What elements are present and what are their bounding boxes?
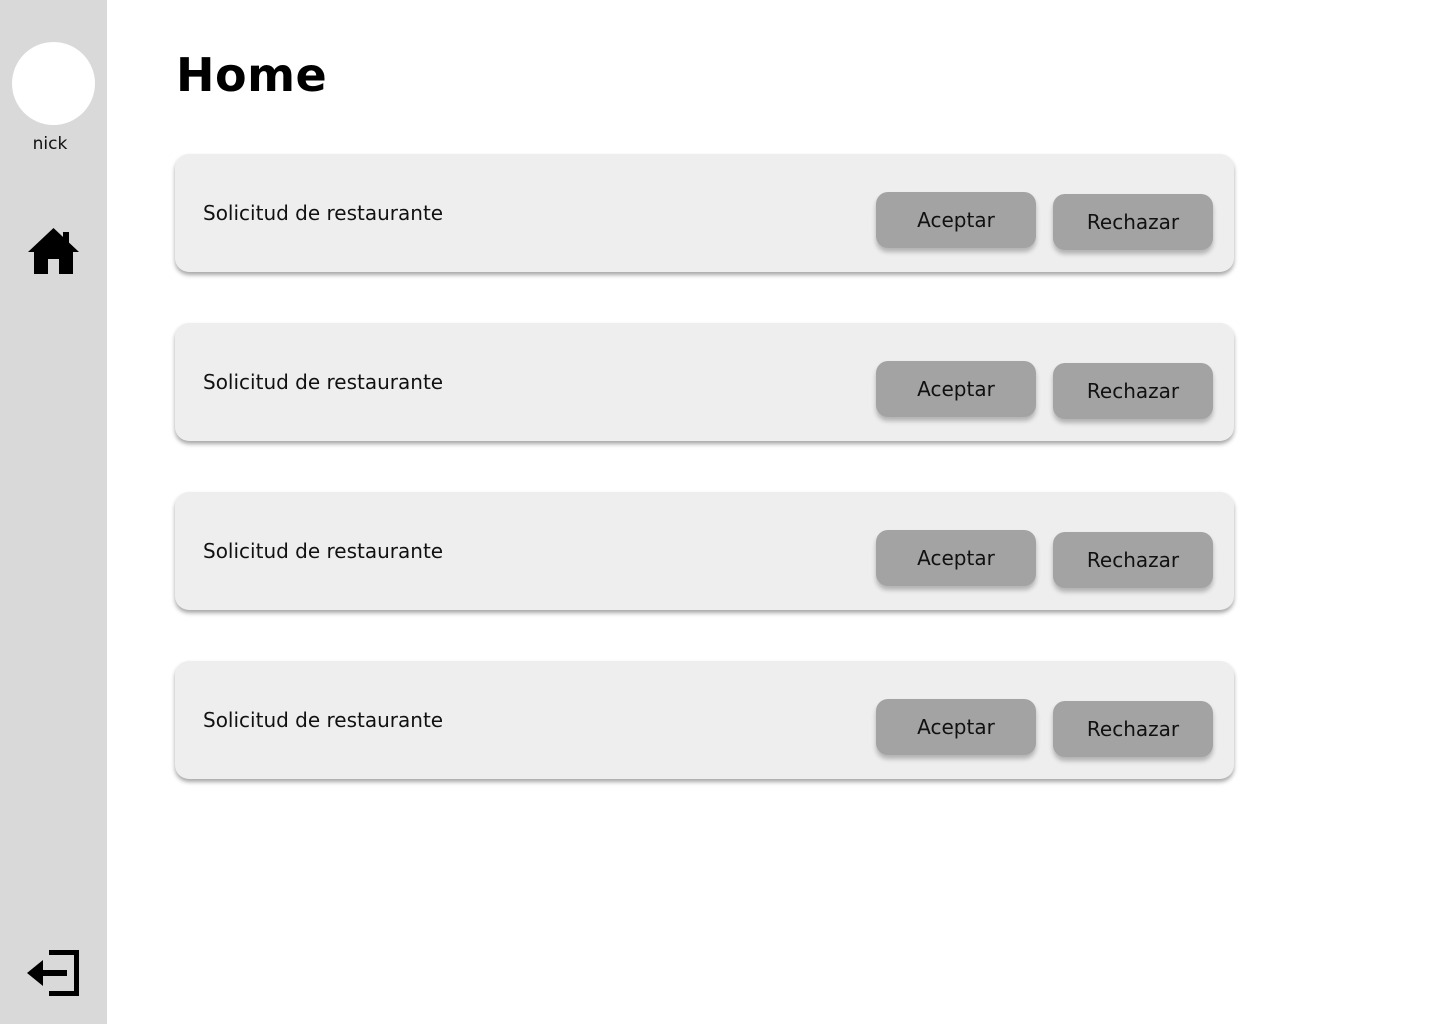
reject-button[interactable]: Rechazar [1053, 363, 1213, 419]
request-label: Solicitud de restaurante [203, 708, 444, 732]
request-label: Solicitud de restaurante [203, 201, 444, 225]
request-card: Solicitud de restaurante Aceptar Rechaza… [175, 323, 1234, 441]
app-root: nick Home Solicitud de restaurante Acept… [0, 0, 1440, 1024]
reject-button[interactable]: Rechazar [1053, 532, 1213, 588]
request-card: Solicitud de restaurante Aceptar Rechaza… [175, 154, 1234, 272]
accept-button[interactable]: Aceptar [876, 530, 1036, 586]
accept-button[interactable]: Aceptar [876, 192, 1036, 248]
request-card: Solicitud de restaurante Aceptar Rechaza… [175, 661, 1234, 779]
avatar[interactable] [12, 42, 95, 125]
request-label: Solicitud de restaurante [203, 370, 444, 394]
request-card: Solicitud de restaurante Aceptar Rechaza… [175, 492, 1234, 610]
request-label: Solicitud de restaurante [203, 539, 444, 563]
home-icon[interactable] [27, 226, 80, 276]
accept-button[interactable]: Aceptar [876, 361, 1036, 417]
sidebar: nick [0, 0, 107, 1024]
username-label: nick [32, 134, 68, 154]
accept-button[interactable]: Aceptar [876, 699, 1036, 755]
request-list: Solicitud de restaurante Aceptar Rechaza… [175, 154, 1235, 830]
logout-icon[interactable] [27, 948, 81, 998]
reject-button[interactable]: Rechazar [1053, 701, 1213, 757]
page-title: Home [176, 48, 328, 102]
reject-button[interactable]: Rechazar [1053, 194, 1213, 250]
